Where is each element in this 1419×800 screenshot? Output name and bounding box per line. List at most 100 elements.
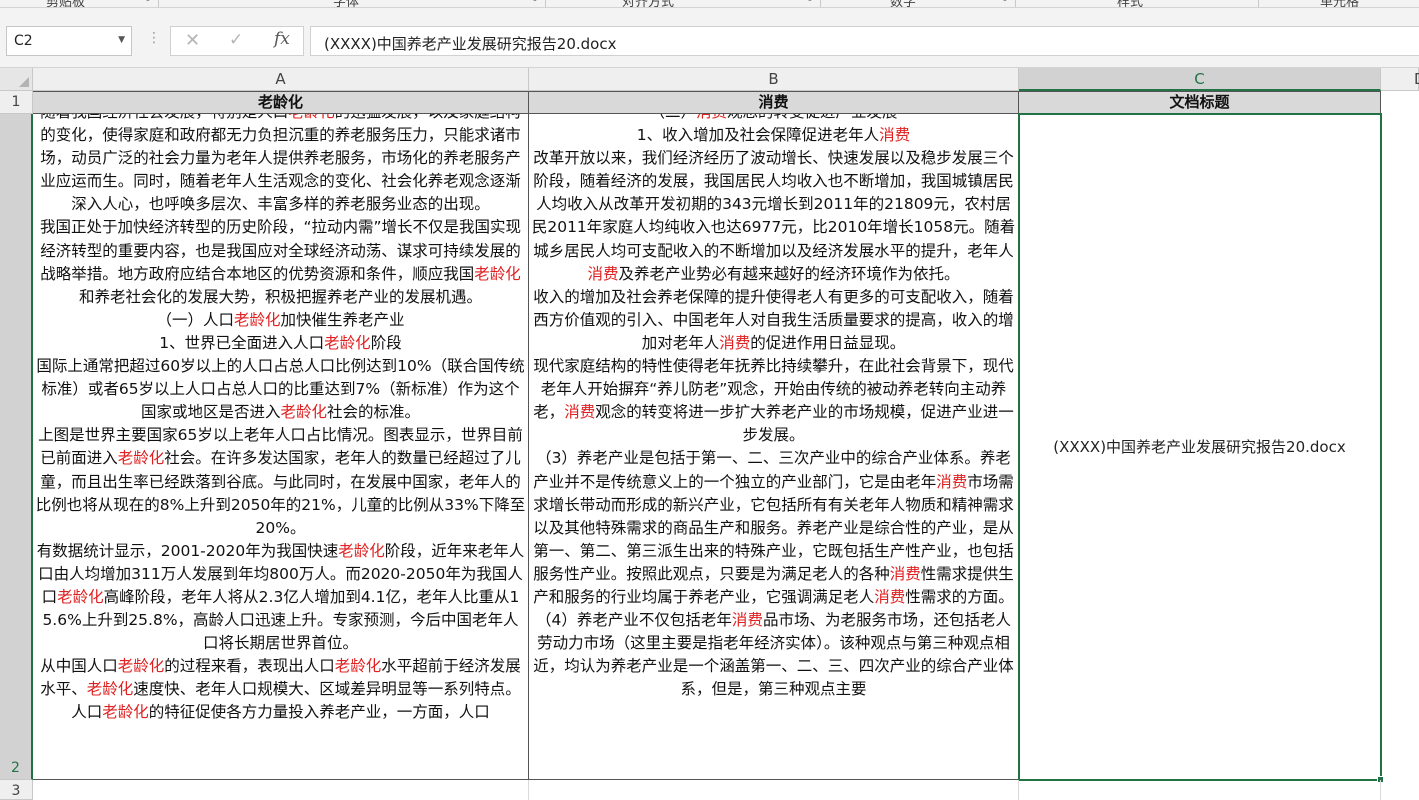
row-header-3[interactable]: 3 (0, 780, 33, 800)
ribbon-group-alignment: 对齐方式 (622, 0, 675, 8)
enter-icon[interactable]: ✓ (229, 30, 243, 50)
cell-paragraph: （3）养老产业是包括于第一、二、三次产业中的综合产业体系。养老产业并不是传统意义… (531, 447, 1016, 609)
keyword-highlight: 消费 (936, 472, 968, 491)
cell-paragraph: 随着我国经济社会发展，特别是人口老龄化的迅猛发展，以及家庭结构的变化，使得家庭和… (35, 114, 526, 216)
text-run: 有数据统计显示，2001-2020年为我国快速 (36, 541, 339, 560)
keyword-highlight: 消费 (719, 333, 751, 352)
text-run: 和养老社会化的发展大势，积极把握养老产业的发展机遇。 (78, 287, 482, 306)
text-run: 观念的转变将进一步扩大养老产业的市场规模，促进产业进一步发展。 (595, 403, 1014, 445)
text-run: 的过程来看，表现出人口 (164, 657, 335, 676)
dialog-launcher-icon[interactable]: ↘ (805, 0, 813, 4)
ribbon-separator (545, 0, 546, 7)
cell-paragraph: 人口老龄化的特征促使各方力量投入养老产业，一方面，人口 (35, 701, 526, 724)
formula-bar-row: C2 ▼ ⋮ ✕ ✓ fx (XXXX)中国养老产业发展研究报告20.docx (0, 8, 1419, 68)
gridline (1018, 780, 1019, 800)
ribbon-group-font: 字体 (333, 0, 360, 8)
chevron-down-icon[interactable]: ▼ (118, 35, 125, 45)
cell-b2[interactable]: （二）消费观念的转变促进产业发展1、收入增加及社会保障促进老年人消费改革开放以来… (529, 114, 1019, 780)
cell-c1[interactable]: 文档标题 (1019, 91, 1381, 114)
text-run: （4）养老产业不仅包括老年 (536, 611, 732, 630)
cell-paragraph: 我国正处于加快经济转型的历史阶段，“拉动内需”增长不仅是我国实现经济转型的重要内… (35, 216, 526, 308)
ribbon-separator (1258, 0, 1259, 7)
text-run: 从中国人口 (40, 657, 118, 676)
ribbon-separator (820, 0, 821, 7)
text-run: （二） (649, 114, 696, 121)
column-header-b[interactable]: B (529, 68, 1019, 91)
text-run: （一）人口 (156, 310, 234, 329)
spreadsheet-grid: A B C D 1 2 3 老龄化 消费 文档标题 随着我国经济社会发展，特别是… (0, 68, 1419, 800)
insert-function-icon[interactable]: fx (274, 29, 290, 49)
cell-paragraph: 上图是世界主要国家65岁以上老年人口占比情况。图表显示，世界目前已前面进入老龄化… (35, 424, 526, 539)
column-header-c[interactable]: C (1019, 68, 1381, 91)
name-box-value: C2 (14, 33, 33, 49)
cell-paragraph: （4）养老产业不仅包括老年消费品市场、为老服务市场，还包括老人劳动力市场（这里主… (531, 609, 1016, 701)
text-run: 1、收入增加及社会保障促进老年人 (636, 126, 880, 145)
text-run: 性需求的方面。 (905, 587, 1014, 606)
cell-paragraph: 1、收入增加及社会保障促进老年人消费 (531, 124, 1016, 147)
cell-paragraph: 改革开放以来，我们经济经历了波动增长、快速发展以及稳步发展三个阶段，随着经济的发… (531, 147, 1016, 286)
dialog-launcher-icon[interactable]: ↘ (143, 0, 151, 4)
keyword-highlight: 老龄化 (288, 114, 335, 121)
keyword-highlight: 消费 (564, 403, 596, 422)
column-header-d[interactable]: D (1381, 68, 1419, 91)
select-all-button[interactable] (0, 68, 33, 91)
dialog-launcher-icon[interactable]: ↘ (530, 0, 538, 4)
text-run: 观念的转变促进产业发展 (727, 114, 898, 121)
cell-paragraph: 现代家庭结构的特性使得老年抚养比持续攀升，在此社会背景下，现代老年人开始摒弃“养… (531, 355, 1016, 447)
formula-input[interactable]: (XXXX)中国养老产业发展研究报告20.docx (310, 26, 1419, 56)
keyword-highlight: 老龄化 (233, 310, 281, 329)
formula-content: (XXXX)中国养老产业发展研究报告20.docx (324, 35, 617, 53)
text-run: 1、世界已全面进入人口 (159, 333, 325, 352)
cell-b2-text: （二）消费观念的转变促进产业发展1、收入增加及社会保障促进老年人消费改革开放以来… (531, 114, 1016, 701)
keyword-highlight: 老龄化 (117, 449, 165, 468)
cell-paragraph: （一）人口老龄化加快催生养老产业 (35, 309, 526, 332)
keyword-highlight: 消费 (731, 611, 763, 630)
keyword-highlight: 老龄化 (57, 587, 104, 606)
ribbon-group-clipboard: 剪贴板 (46, 0, 86, 8)
keyword-highlight: 消费 (879, 126, 911, 145)
cell-c2-text: (XXXX)中国养老产业发展研究报告20.docx (1053, 438, 1346, 456)
cell-paragraph: 国际上通常把超过60岁以上的人口占总人口比例达到10%（联合国传统标准）或者65… (35, 355, 526, 424)
cell-paragraph: （二）消费观念的转变促进产业发展 (531, 114, 1016, 124)
keyword-highlight: 老龄化 (474, 264, 521, 283)
text-run: 高峰阶段，老年人将从2.3亿人增加到4.1亿，老年人比重从15.6%上升到25.… (42, 587, 520, 653)
cell-b1[interactable]: 消费 (529, 91, 1019, 114)
ribbon-group-cells: 单元格 (1320, 0, 1360, 8)
cancel-icon[interactable]: ✕ (185, 30, 200, 51)
ribbon-group-number: 数字 (890, 0, 917, 8)
text-run: 改革开放以来，我们经济经历了波动增长、快速发展以及稳步发展三个阶段，随着经济的发… (531, 149, 1016, 260)
keyword-highlight: 消费 (587, 264, 619, 283)
ribbon-separator (158, 0, 159, 7)
dialog-launcher-icon[interactable]: ↘ (1000, 0, 1008, 4)
text-run: 及养老产业势必有越来越好的经济环境作为依托。 (618, 264, 960, 283)
keyword-highlight: 消费 (696, 114, 727, 121)
text-run: 社会的标准。 (327, 403, 421, 422)
ribbon-separator (1015, 0, 1016, 7)
keyword-highlight: 老龄化 (102, 703, 149, 722)
keyword-highlight: 老龄化 (338, 541, 385, 560)
drag-handle-icon[interactable]: ⋮ (147, 30, 161, 46)
keyword-highlight: 消费 (874, 587, 906, 606)
name-box[interactable]: C2 ▼ (6, 26, 132, 56)
cell-paragraph: 从中国人口老龄化的过程来看，表现出人口老龄化水平超前于经济发展水平、老龄化速度快… (35, 655, 526, 701)
text-run: 加快催生养老产业 (280, 310, 405, 329)
keyword-highlight: 消费 (889, 564, 921, 583)
column-header-a[interactable]: A (33, 68, 529, 91)
row-header-2[interactable]: 2 (0, 114, 33, 780)
text-run: 的特征促使各方力量投入养老产业，一方面，人口 (148, 703, 490, 722)
text-run: 速度快、老年人口规模大、区域差异明显等一系列特点。 (133, 680, 521, 699)
cell-a2-text: 随着我国经济社会发展，特别是人口老龄化的迅猛发展，以及家庭结构的变化，使得家庭和… (35, 114, 526, 725)
cell-a1[interactable]: 老龄化 (33, 91, 529, 114)
keyword-highlight: 老龄化 (280, 403, 327, 422)
cell-c2[interactable]: (XXXX)中国养老产业发展研究报告20.docx (1019, 114, 1381, 780)
cell-paragraph: 有数据统计显示，2001-2020年为我国快速老龄化阶段，近年来老年人口由人均增… (35, 540, 526, 655)
text-run: 我国正处于加快经济转型的历史阶段，“拉动内需”增长不仅是我国实现经济转型的重要内… (39, 218, 522, 283)
select-all-icon (19, 77, 29, 87)
text-run: 阶段 (370, 333, 402, 352)
cell-paragraph: 收入的增加及社会养老保障的提升使得老人有更多的可支配收入，随着西方价值观的引入、… (531, 286, 1016, 355)
keyword-highlight: 老龄化 (334, 657, 382, 676)
formula-buttons: ✕ ✓ fx (170, 26, 304, 56)
row-header-1[interactable]: 1 (0, 91, 33, 114)
cell-a2[interactable]: 随着我国经济社会发展，特别是人口老龄化的迅猛发展，以及家庭结构的变化，使得家庭和… (33, 114, 529, 780)
keyword-highlight: 老龄化 (86, 680, 134, 699)
